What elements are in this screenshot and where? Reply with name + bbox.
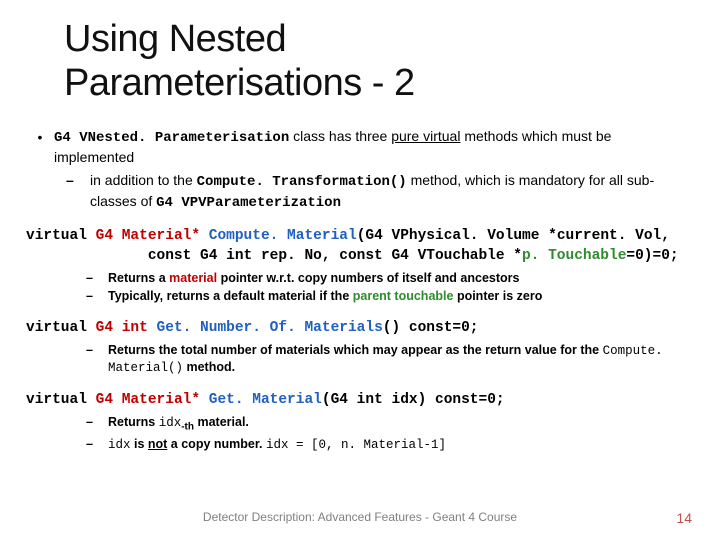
note-text: Returns the total number of materials wh… [108, 342, 694, 377]
params: () const=0; [383, 320, 479, 336]
note-text: Returns a material pointer w.r.t. copy n… [108, 270, 519, 286]
t: Returns [108, 415, 159, 429]
method-name: Compute. Material [200, 228, 357, 244]
t: method. [183, 360, 235, 374]
t: Returns the total number of materials wh… [108, 343, 603, 357]
idx-code: idx [108, 438, 131, 452]
pure-virtual: pure virtual [391, 128, 460, 144]
bullet-dash: – [86, 342, 108, 377]
t: pointer is zero [453, 289, 542, 303]
bullet-dash: – [66, 171, 90, 213]
signature-compute-material: virtual G4 Material* Compute. Material(G… [26, 227, 694, 266]
method-name: Get. Number. Of. Materials [148, 320, 383, 336]
return-type: G4 Material* [96, 228, 200, 244]
bullet-dash: – [86, 288, 108, 304]
sub-prefix: in addition to the [90, 172, 197, 188]
bullet-dash: – [86, 414, 108, 434]
note-text: Returns idx-th material. [108, 414, 249, 434]
t: Typically, returns a default material if… [108, 289, 353, 303]
sig3-note2: – idx is not a copy number. idx = [0, n.… [86, 436, 694, 453]
footer-text: Detector Description: Advanced Features … [0, 510, 720, 524]
t: material. [194, 415, 249, 429]
params-l2c: =0)=0; [626, 248, 678, 264]
slide-title: Using Nested Parameterisations - 2 [64, 18, 694, 105]
compute-transformation: Compute. Transformation() [197, 174, 407, 190]
intro-sub-text: in addition to the Compute. Transformati… [90, 171, 694, 213]
params: (G4 int idx) const=0; [322, 392, 505, 408]
params-l1: (G4 VPhysical. Volume *current. Vol, [357, 228, 670, 244]
note-text: Typically, returns a default material if… [108, 288, 542, 304]
kw-virtual: virtual [26, 228, 96, 244]
th-suffix: -th [181, 422, 194, 433]
bullet-dot: • [26, 127, 54, 167]
sig2-note1: – Returns the total number of materials … [86, 342, 694, 377]
intro-bullet: • G4 VNested. Parameterisation class has… [26, 127, 694, 167]
t: a copy number. [167, 437, 266, 451]
param-touchable: p. Touchable [522, 248, 626, 264]
material-word: material [169, 271, 217, 285]
return-type: G4 int [96, 320, 148, 336]
note-text: idx is not a copy number. idx = [0, n. M… [108, 436, 446, 453]
intro-sub-bullet: – in addition to the Compute. Transforma… [66, 171, 694, 213]
t: Returns a [108, 271, 169, 285]
bullet-dash: – [86, 270, 108, 286]
sig1-note1: – Returns a material pointer w.r.t. copy… [86, 270, 694, 286]
base-class: G4 VPVParameterization [156, 195, 341, 211]
idx-code: idx [159, 416, 182, 430]
title-line-1: Using Nested [64, 18, 286, 60]
kw-virtual: virtual [26, 320, 96, 336]
idx-range: idx = [0, n. Material-1] [266, 438, 446, 452]
return-type: G4 Material* [96, 392, 200, 408]
slide-body: Using Nested Parameterisations - 2 • G4 … [0, 0, 720, 540]
signature-get-material: virtual G4 Material* Get. Material(G4 in… [26, 391, 694, 411]
intro-rest: class has three [289, 128, 391, 144]
signature-get-number: virtual G4 int Get. Number. Of. Material… [26, 319, 694, 339]
intro-text: G4 VNested. Parameterisation class has t… [54, 127, 694, 167]
sig1-note2: – Typically, returns a default material … [86, 288, 694, 304]
title-line-2: Parameterisations - 2 [64, 62, 415, 104]
parent-touchable: parent touchable [353, 289, 454, 303]
class-name: G4 VNested. Parameterisation [54, 130, 289, 146]
not-word: not [148, 437, 167, 451]
page-number: 14 [676, 510, 692, 526]
params-l2a: const G4 int rep. No, const G4 VTouchabl… [26, 248, 522, 264]
sig3-note1: – Returns idx-th material. [86, 414, 694, 434]
kw-virtual: virtual [26, 392, 96, 408]
method-name: Get. Material [200, 392, 322, 408]
t: pointer w.r.t. copy numbers of itself an… [217, 271, 519, 285]
t: is [131, 437, 148, 451]
bullet-dash: – [86, 436, 108, 453]
